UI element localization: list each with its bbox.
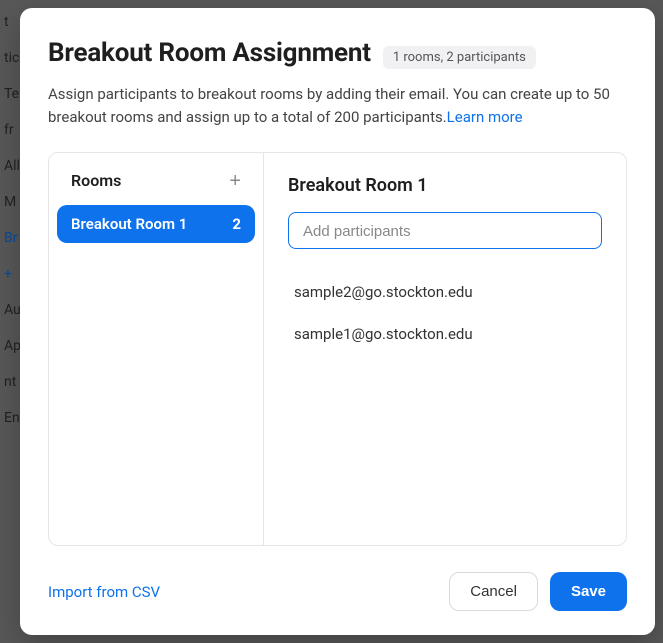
participant-row[interactable]: sample2@go.stockton.edu [288, 271, 602, 313]
modal-description-text: Assign participants to breakout rooms by… [48, 85, 610, 126]
modal-description: Assign participants to breakout rooms by… [48, 83, 627, 130]
modal-footer: Import from CSV Cancel Save [48, 546, 627, 611]
learn-more-link[interactable]: Learn more [447, 108, 523, 126]
room-item-count: 2 [232, 215, 241, 233]
rooms-header-label: Rooms [71, 171, 121, 190]
room-detail-title: Breakout Room 1 [288, 175, 602, 196]
save-button[interactable]: Save [550, 572, 627, 611]
modal-title: Breakout Room Assignment [48, 38, 371, 68]
assignment-panel: Rooms + Breakout Room 1 2 Breakout Room … [48, 152, 627, 547]
add-participant-input[interactable] [303, 223, 587, 240]
room-item-label: Breakout Room 1 [71, 215, 187, 233]
cancel-button[interactable]: Cancel [449, 572, 538, 611]
breakout-room-modal: Breakout Room Assignment 1 rooms, 2 part… [20, 8, 655, 635]
rooms-header: Rooms + [57, 171, 255, 205]
room-detail: Breakout Room 1 sample2@go.stockton.edu … [264, 153, 626, 546]
plus-icon: + [229, 170, 241, 192]
rooms-sidebar: Rooms + Breakout Room 1 2 [49, 153, 264, 546]
room-item-1[interactable]: Breakout Room 1 2 [57, 205, 255, 243]
add-participant-field-wrap[interactable] [288, 212, 602, 249]
participant-row[interactable]: sample1@go.stockton.edu [288, 313, 602, 355]
rooms-summary-pill: 1 rooms, 2 participants [383, 46, 536, 69]
import-csv-link[interactable]: Import from CSV [48, 583, 160, 601]
add-room-button[interactable]: + [229, 171, 241, 191]
modal-header: Breakout Room Assignment 1 rooms, 2 part… [48, 38, 627, 69]
footer-buttons: Cancel Save [449, 572, 627, 611]
